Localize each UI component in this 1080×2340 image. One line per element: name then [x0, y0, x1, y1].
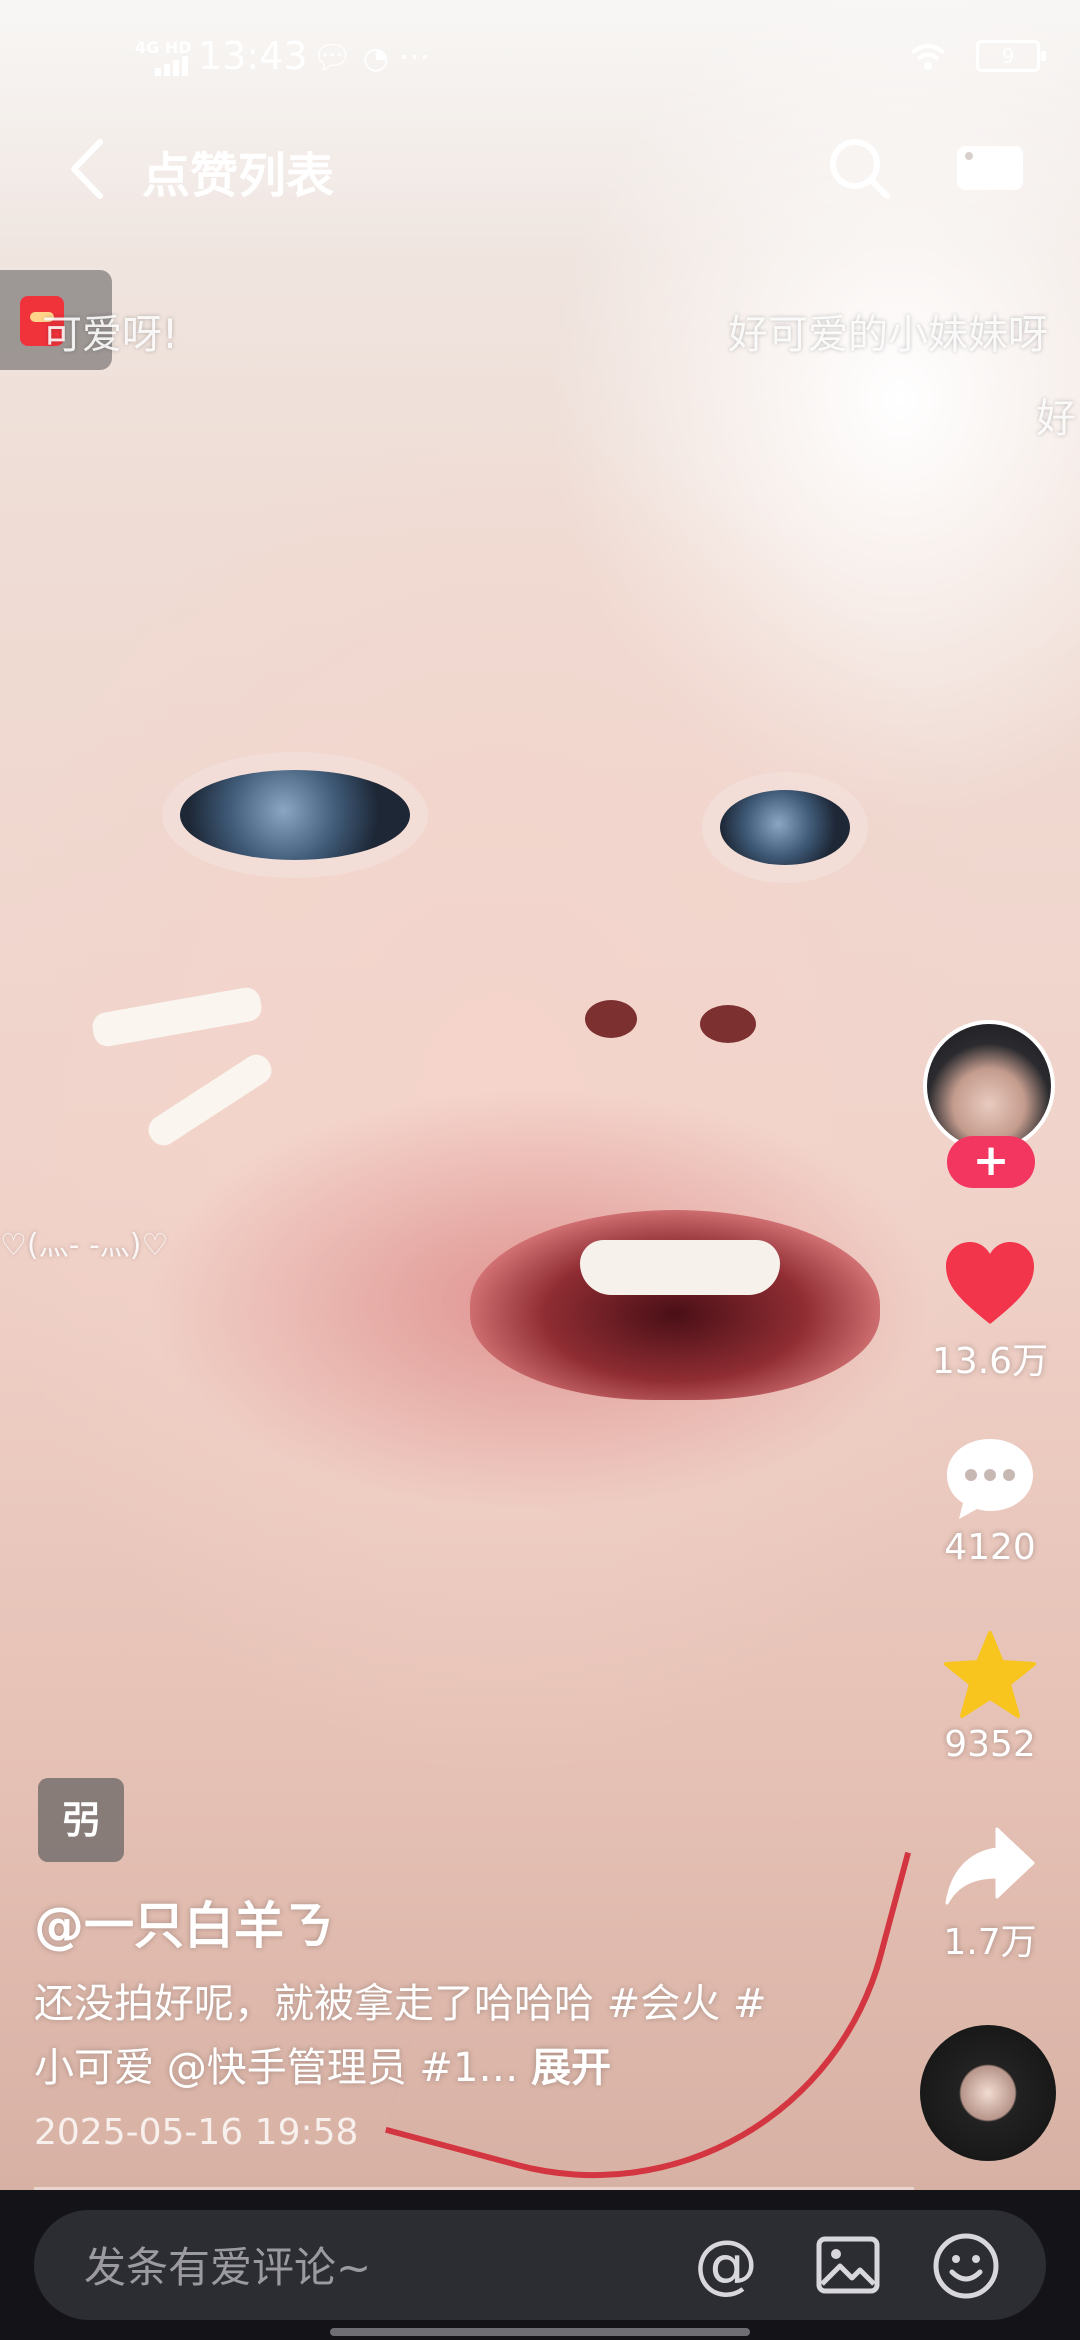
video-nose-right [700, 1005, 756, 1043]
top-nav: 点赞列表 [0, 120, 1080, 220]
share-count: 1.7万 [943, 1922, 1037, 1963]
video-eye-left [180, 770, 410, 860]
search-icon[interactable] [825, 134, 895, 204]
heart-icon [946, 1242, 1034, 1324]
author-avatar[interactable] [923, 1020, 1055, 1152]
image-icon[interactable] [816, 2236, 880, 2294]
more-notifications: ··· [399, 38, 430, 76]
like-button[interactable]: 13.6万 [915, 1240, 1065, 1384]
caption-text[interactable]: 还没拍好呢，就被拿走了哈哈哈 #会火 #小可爱 @快手管理员 #1… [34, 1981, 766, 2091]
follow-button[interactable]: + [947, 1136, 1035, 1188]
network-type: 4G HD [135, 38, 192, 57]
video-mouth [470, 1210, 880, 1400]
danmaku-text: 好可爱的小妹妹呀 [728, 312, 1048, 358]
video-camera-icon[interactable] [955, 142, 1025, 194]
danmaku-text: 可爱呀! [42, 312, 179, 358]
like-count: 13.6万 [931, 1341, 1049, 1382]
signal-icon [155, 56, 188, 76]
emoji-icon[interactable] [932, 2232, 1000, 2300]
page-title: 点赞列表 [142, 148, 335, 204]
star-icon [944, 1631, 1036, 1718]
wifi-icon [910, 44, 946, 70]
favorite-button[interactable]: 9352 [915, 1630, 1065, 1765]
post-timestamp: 2025-05-16 19:58 [34, 2112, 359, 2153]
comment-bubble-icon [947, 1439, 1033, 1519]
danmaku-text: 好 [1036, 396, 1076, 442]
home-indicator[interactable] [330, 2328, 750, 2336]
battery-icon: 9 [976, 40, 1046, 72]
video-eye-right [720, 790, 850, 865]
at-mention-icon[interactable]: @ [694, 2233, 758, 2297]
chat-bubble-icon: 💬︎ [312, 38, 353, 76]
comment-button[interactable]: 4120 [915, 1435, 1065, 1568]
comment-input[interactable] [82, 2236, 686, 2298]
author-name[interactable]: @一只白羊ㄋ [34, 1886, 334, 1958]
danmaku-text: ♡(灬- -灬)♡ [0, 1228, 169, 1263]
expand-link[interactable]: 展开 [531, 2045, 611, 2091]
comment-count: 4120 [944, 1527, 1036, 1568]
status-time: 13:43 [198, 34, 308, 78]
back-arrow-icon[interactable] [60, 134, 120, 204]
tag-badge[interactable]: 弜 [38, 1778, 124, 1862]
share-arrow-icon [945, 1827, 1035, 1905]
video-teeth [580, 1240, 780, 1295]
notification-app-icon: ◔ [362, 41, 389, 76]
video-face-paint [143, 1049, 277, 1151]
comment-bar: @ [0, 2190, 1080, 2340]
status-bar: 4G HD 13:43 💬︎ ◔ ··· 9 [0, 0, 1080, 120]
comment-box: @ [34, 2210, 1046, 2320]
video-nose-left [585, 1000, 637, 1038]
favorite-count: 9352 [944, 1724, 1036, 1765]
caption: 还没拍好呢，就被拿走了哈哈哈 #会火 #小可爱 @快手管理员 #1… 展开 [34, 1972, 774, 2100]
share-button[interactable]: 1.7万 [915, 1825, 1065, 1965]
video-face-paint [90, 985, 264, 1049]
music-disc[interactable] [920, 2025, 1056, 2161]
notification-icons: 💬︎ ◔ ··· [312, 38, 430, 76]
status-right: 9 [908, 40, 1046, 72]
